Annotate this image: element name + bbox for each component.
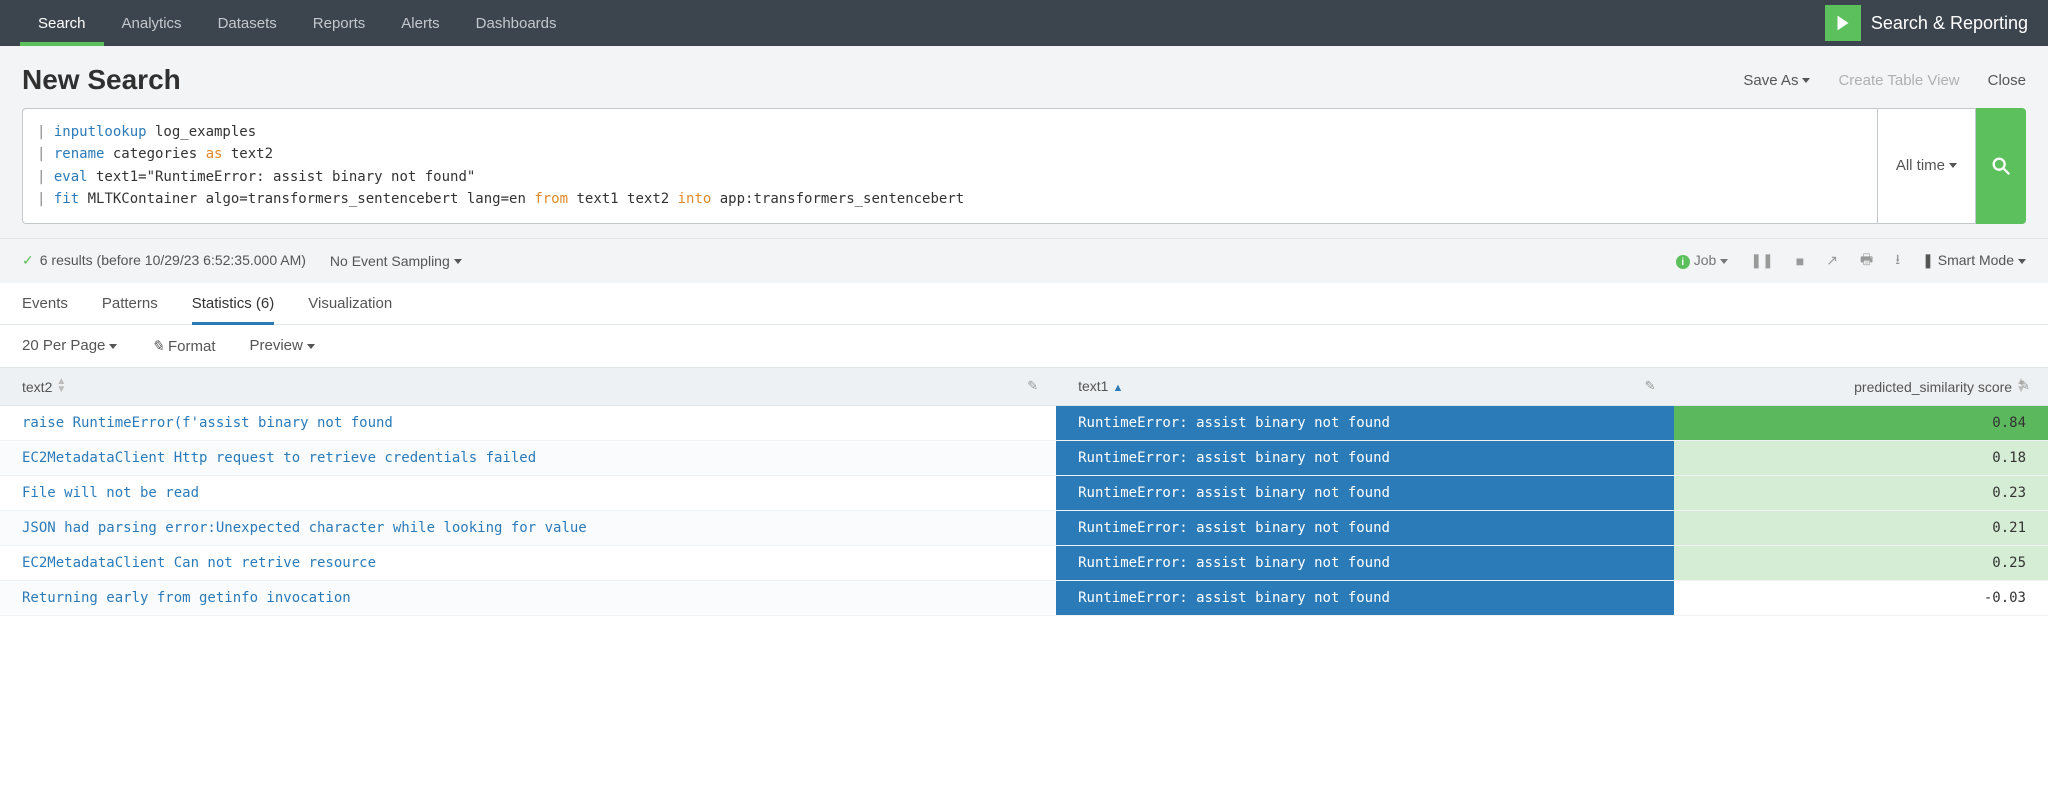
time-range-picker[interactable]: All time xyxy=(1877,108,1976,224)
edit-column-icon[interactable]: ✎ xyxy=(1645,378,1656,394)
cell-text2[interactable]: raise RuntimeError(f'assist binary not f… xyxy=(0,405,1056,440)
cell-score[interactable]: 0.23 xyxy=(1674,475,2048,510)
close-button[interactable]: Close xyxy=(1988,72,2026,89)
caret-down-icon xyxy=(307,344,315,349)
column-header-text1[interactable]: text1▲✎ xyxy=(1056,368,1673,406)
cell-text2[interactable]: EC2MetadataClient Can not retrive resour… xyxy=(0,545,1056,580)
caret-down-icon xyxy=(1949,163,1957,168)
app-title: Search & Reporting xyxy=(1871,13,2028,34)
caret-down-icon xyxy=(454,259,462,264)
search-mode-dropdown[interactable]: ❚ Smart Mode xyxy=(1922,252,2026,269)
status-bar: ✓6 results (before 10/29/23 6:52:35.000 … xyxy=(0,238,2048,283)
result-tab-statistics[interactable]: Statistics (6) xyxy=(192,283,275,324)
preview-dropdown[interactable]: Preview xyxy=(250,337,315,354)
caret-down-icon xyxy=(109,344,117,349)
cell-text2[interactable]: File will not be read xyxy=(0,475,1056,510)
column-header-score[interactable]: predicted_similarity score▲▼✎ xyxy=(1674,368,2048,406)
create-table-view-button[interactable]: Create Table View xyxy=(1838,72,1959,89)
table-row: File will not be readRuntimeError: assis… xyxy=(0,475,2048,510)
cell-score[interactable]: 0.21 xyxy=(1674,510,2048,545)
cell-score[interactable]: -0.03 xyxy=(1674,580,2048,615)
results-table: text2▲▼✎text1▲✎predicted_similarity scor… xyxy=(0,368,2048,616)
result-tab-patterns[interactable]: Patterns xyxy=(102,283,158,324)
results-count: ✓6 results (before 10/29/23 6:52:35.000 … xyxy=(22,252,306,269)
app-title-container: Search & Reporting xyxy=(1825,5,2028,41)
cell-text1[interactable]: RuntimeError: assist binary not found xyxy=(1056,405,1673,440)
format-icon: ✎ xyxy=(151,338,164,355)
page-title: New Search xyxy=(22,64,181,96)
table-toolbar: 20 Per Page ✎Format Preview xyxy=(0,325,2048,368)
sort-icon: ▲▼ xyxy=(56,378,66,394)
cell-score[interactable]: 0.84 xyxy=(1674,405,2048,440)
table-row: raise RuntimeError(f'assist binary not f… xyxy=(0,405,2048,440)
format-dropdown[interactable]: ✎Format xyxy=(151,337,215,355)
cell-score[interactable]: 0.18 xyxy=(1674,440,2048,475)
table-row: Returning early from getinfo invocationR… xyxy=(0,580,2048,615)
cell-text1[interactable]: RuntimeError: assist binary not found xyxy=(1056,475,1673,510)
table-row: EC2MetadataClient Can not retrive resour… xyxy=(0,545,2048,580)
nav-tab-dashboards[interactable]: Dashboards xyxy=(458,0,575,46)
result-tabs: Events Patterns Statistics (6) Visualizatio… xyxy=(0,283,2048,325)
cell-text1[interactable]: RuntimeError: assist binary not found xyxy=(1056,580,1673,615)
caret-down-icon xyxy=(1802,78,1810,83)
cell-text2[interactable]: JSON had parsing error:Unexpected charac… xyxy=(0,510,1056,545)
nav-tab-reports[interactable]: Reports xyxy=(295,0,384,46)
per-page-dropdown[interactable]: 20 Per Page xyxy=(22,337,117,354)
info-icon: i xyxy=(1676,255,1690,269)
cell-text2[interactable]: Returning early from getinfo invocation xyxy=(0,580,1056,615)
cell-text2[interactable]: EC2MetadataClient Http request to retrie… xyxy=(0,440,1056,475)
stop-icon[interactable]: ■ xyxy=(1796,253,1804,269)
edit-column-icon[interactable]: ✎ xyxy=(2019,378,2030,394)
search-query-input[interactable]: | inputlookup log_examples | rename cate… xyxy=(22,108,1877,224)
nav-tab-datasets[interactable]: Datasets xyxy=(200,0,295,46)
table-row: JSON had parsing error:Unexpected charac… xyxy=(0,510,2048,545)
top-navbar: SearchAnalyticsDatasetsReportsAlertsDash… xyxy=(0,0,2048,46)
check-icon: ✓ xyxy=(22,252,34,268)
search-icon xyxy=(1990,155,2012,177)
column-header-text2[interactable]: text2▲▼✎ xyxy=(0,368,1056,406)
table-row: EC2MetadataClient Http request to retrie… xyxy=(0,440,2048,475)
edit-column-icon[interactable]: ✎ xyxy=(1027,378,1038,394)
caret-down-icon xyxy=(1720,259,1728,264)
share-icon[interactable]: ↗ xyxy=(1826,252,1838,269)
nav-tab-alerts[interactable]: Alerts xyxy=(383,0,457,46)
app-logo-icon xyxy=(1825,5,1861,41)
nav-tab-analytics[interactable]: Analytics xyxy=(104,0,200,46)
search-row: | inputlookup log_examples | rename cate… xyxy=(0,108,2048,238)
page-actions: Save As Create Table View Close xyxy=(1743,72,2026,89)
job-menu[interactable]: iJob xyxy=(1676,252,1729,270)
search-button[interactable] xyxy=(1976,108,2026,224)
export-icon[interactable]: ⭳ xyxy=(1895,249,1900,273)
cell-score[interactable]: 0.25 xyxy=(1674,545,2048,580)
caret-down-icon xyxy=(2018,259,2026,264)
pause-icon[interactable]: ❚❚ xyxy=(1750,252,1773,269)
result-tab-visualization[interactable]: Visualization xyxy=(308,283,392,324)
page-header: New Search Save As Create Table View Clo… xyxy=(0,46,2048,108)
result-tab-events[interactable]: Events xyxy=(22,283,68,324)
cell-text1[interactable]: RuntimeError: assist binary not found xyxy=(1056,545,1673,580)
print-icon[interactable]: 🖶 xyxy=(1860,249,1873,273)
cell-text1[interactable]: RuntimeError: assist binary not found xyxy=(1056,510,1673,545)
nav-tabs: SearchAnalyticsDatasetsReportsAlertsDash… xyxy=(20,0,575,46)
save-as-button[interactable]: Save As xyxy=(1743,72,1810,89)
sort-asc-icon: ▲ xyxy=(1112,382,1123,394)
nav-tab-search[interactable]: Search xyxy=(20,0,104,46)
cell-text1[interactable]: RuntimeError: assist binary not found xyxy=(1056,440,1673,475)
event-sampling-dropdown[interactable]: No Event Sampling xyxy=(330,253,462,269)
